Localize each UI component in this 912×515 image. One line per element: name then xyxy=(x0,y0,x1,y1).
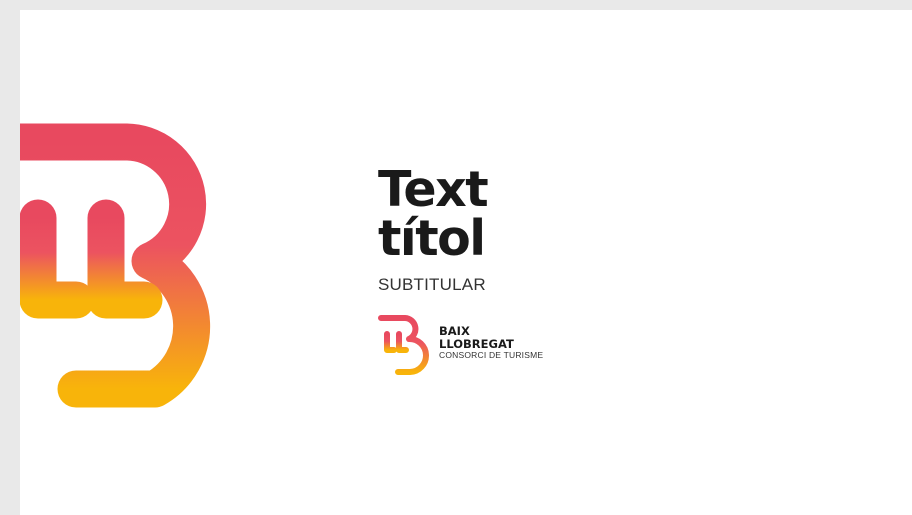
title-line-2: títol xyxy=(378,210,486,267)
brand-lockup: BAIX LLOBREGAT CONSORCI DE TURISME xyxy=(378,313,568,377)
brand-name-line-2: LLOBREGAT xyxy=(439,336,514,351)
title-block: Text títol SUBTITULAR xyxy=(378,161,489,295)
baix-llobregat-logo-small-icon xyxy=(378,315,429,375)
subtitle: SUBTITULAR xyxy=(378,275,486,294)
brand-text: BAIX LLOBREGAT CONSORCI DE TURISME xyxy=(439,325,543,361)
brand-tagline: CONSORCI DE TURISME xyxy=(439,350,544,360)
title-line-1: Text xyxy=(378,161,489,218)
slide-canvas: Text títol SUBTITULAR BAIX LLOBREGAT CON… xyxy=(20,10,912,515)
brand-name-line-1: BAIX xyxy=(439,324,470,338)
baix-llobregat-logo-large-icon xyxy=(20,123,211,408)
